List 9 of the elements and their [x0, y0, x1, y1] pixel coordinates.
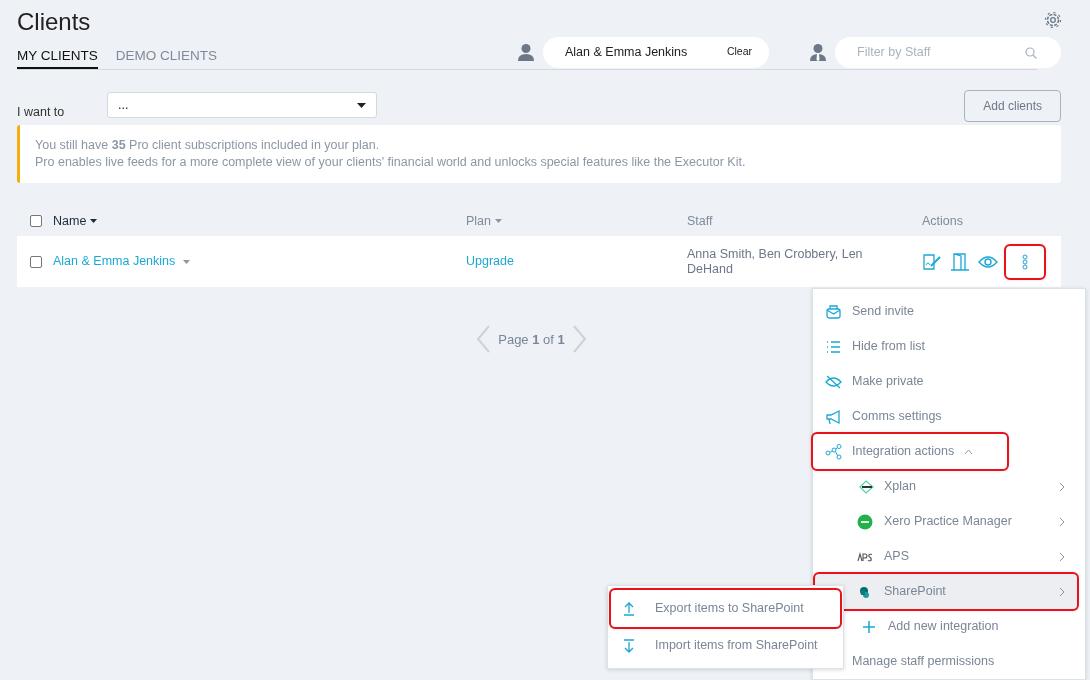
notice-text: You still have 35 Pro client subscriptions included in your plan.: [35, 136, 381, 154]
page-title: Clients: [17, 8, 91, 37]
page-indicator: Page 1 of 1: [498, 330, 565, 349]
action-label: I want to: [17, 103, 66, 121]
client-name: Alan & Emma Jenkins: [565, 43, 689, 61]
staff-names: Anna Smith, Ben Crobbery, Len DeHand: [687, 246, 864, 277]
notice-text: Pro enables live feeds for a more complete view of your clients' financial world and unlocks special features like the Executor Kit.: [35, 153, 747, 171]
column-header: Staff: [687, 212, 713, 230]
column-header: Actions: [922, 212, 963, 230]
